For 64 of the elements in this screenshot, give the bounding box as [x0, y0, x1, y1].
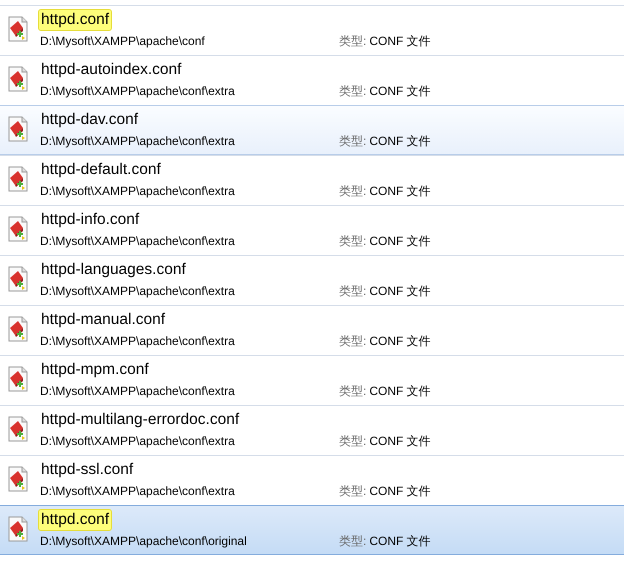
config-file-icon — [7, 16, 29, 42]
file-path: D:\Mysoft\XAMPP\apache\conf\extra — [40, 83, 236, 99]
file-path: D:\Mysoft\XAMPP\apache\conf\extra — [40, 183, 236, 199]
file-name: httpd-default.conf — [40, 160, 162, 180]
config-file-icon — [7, 116, 29, 142]
file-name: httpd-dav.conf — [40, 110, 140, 130]
file-path: D:\Mysoft\XAMPP\apache\conf\extra — [40, 283, 236, 299]
file-name: httpd-multilang-errordoc.conf — [40, 410, 240, 430]
type-label: 类型: — [339, 233, 366, 249]
config-file-icon — [7, 516, 29, 542]
result-row[interactable]: httpd.conf D:\Mysoft\XAMPP\apache\conf\original 类型: CONF 文件 — [0, 505, 624, 555]
config-file-icon — [7, 366, 29, 392]
result-row[interactable]: httpd.conf D:\Mysoft\XAMPP\apache\conf 类型: CONF 文件 — [0, 5, 624, 55]
file-name: httpd.conf — [38, 9, 112, 31]
type-value: CONF 文件 — [369, 483, 431, 499]
result-row[interactable]: httpd-languages.conf D:\Mysoft\XAMPP\apache\conf\extra 类型: CONF 文件 — [0, 255, 624, 305]
type-label: 类型: — [339, 183, 366, 199]
result-row[interactable]: httpd-default.conf D:\Mysoft\XAMPP\apache\conf\extra 类型: CONF 文件 — [0, 155, 624, 205]
file-path: D:\Mysoft\XAMPP\apache\conf\extra — [40, 333, 236, 349]
type-value: CONF 文件 — [369, 283, 431, 299]
file-name: httpd-languages.conf — [40, 260, 187, 280]
config-file-icon — [7, 266, 29, 292]
type-label: 类型: — [339, 383, 366, 399]
file-path: D:\Mysoft\XAMPP\apache\conf — [40, 33, 206, 49]
type-value: CONF 文件 — [369, 133, 431, 149]
file-name: httpd-ssl.conf — [40, 460, 134, 480]
type-value: CONF 文件 — [369, 233, 431, 249]
file-path: D:\Mysoft\XAMPP\apache\conf\extra — [40, 383, 236, 399]
type-label: 类型: — [339, 283, 366, 299]
file-path: D:\Mysoft\XAMPP\apache\conf\original — [40, 533, 248, 549]
result-row[interactable]: httpd-manual.conf D:\Mysoft\XAMPP\apache\conf\extra 类型: CONF 文件 — [0, 305, 624, 355]
file-name: httpd.conf — [38, 509, 112, 531]
type-value: CONF 文件 — [369, 33, 431, 49]
config-file-icon — [7, 316, 29, 342]
file-name: httpd-info.conf — [40, 210, 140, 230]
config-file-icon — [7, 166, 29, 192]
result-row[interactable]: httpd-multilang-errordoc.conf D:\Mysoft\XAMPP\apache\conf\extra 类型: CONF 文件 — [0, 405, 624, 455]
type-value: CONF 文件 — [369, 183, 431, 199]
type-value: CONF 文件 — [369, 333, 431, 349]
type-value: CONF 文件 — [369, 383, 431, 399]
file-name: httpd-autoindex.conf — [40, 60, 182, 80]
file-name: httpd-mpm.conf — [40, 360, 150, 380]
file-path: D:\Mysoft\XAMPP\apache\conf\extra — [40, 433, 236, 449]
file-path: D:\Mysoft\XAMPP\apache\conf\extra — [40, 133, 236, 149]
type-label: 类型: — [339, 33, 366, 49]
config-file-icon — [7, 66, 29, 92]
file-path: D:\Mysoft\XAMPP\apache\conf\extra — [40, 233, 236, 249]
config-file-icon — [7, 216, 29, 242]
type-label: 类型: — [339, 83, 366, 99]
result-row[interactable]: httpd-mpm.conf D:\Mysoft\XAMPP\apache\conf\extra 类型: CONF 文件 — [0, 355, 624, 405]
type-label: 类型: — [339, 433, 366, 449]
type-value: CONF 文件 — [369, 433, 431, 449]
type-value: CONF 文件 — [369, 533, 431, 549]
type-value: CONF 文件 — [369, 83, 431, 99]
result-row[interactable]: httpd-info.conf D:\Mysoft\XAMPP\apache\conf\extra 类型: CONF 文件 — [0, 205, 624, 255]
file-path: D:\Mysoft\XAMPP\apache\conf\extra — [40, 483, 236, 499]
file-name: httpd-manual.conf — [40, 310, 166, 330]
result-row[interactable]: httpd-dav.conf D:\Mysoft\XAMPP\apache\conf\extra 类型: CONF 文件 — [0, 105, 624, 155]
type-label: 类型: — [339, 333, 366, 349]
type-label: 类型: — [339, 533, 366, 549]
type-label: 类型: — [339, 133, 366, 149]
config-file-icon — [7, 416, 29, 442]
type-label: 类型: — [339, 483, 366, 499]
config-file-icon — [7, 466, 29, 492]
